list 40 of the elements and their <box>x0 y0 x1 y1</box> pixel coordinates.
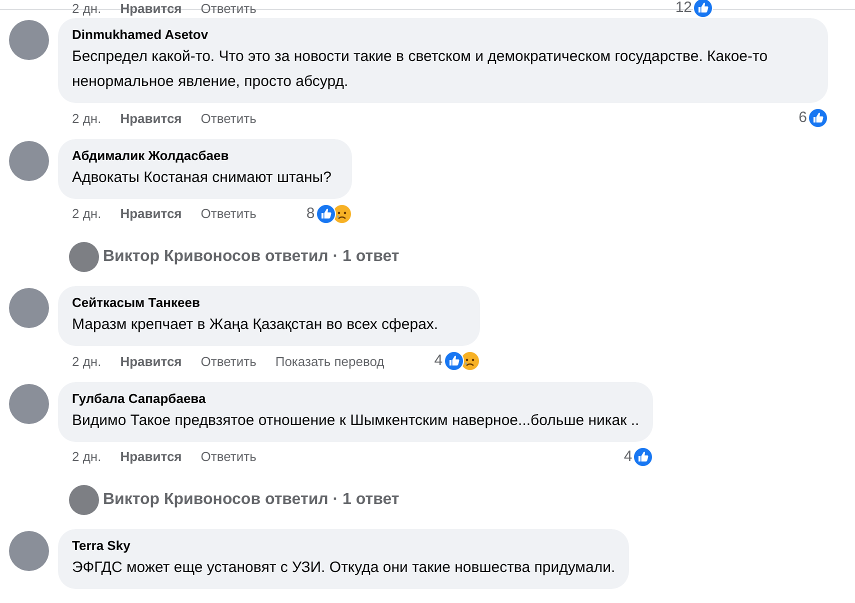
author-name[interactable]: Гулбала Сапарбаева <box>72 390 640 408</box>
author-name[interactable]: Dinmukhamed Asetov <box>72 26 814 44</box>
avatar[interactable] <box>9 20 49 60</box>
comment-text: Видимо Такое предвзятое отношение к Шымкентским наверное...больше никак .. <box>72 410 640 430</box>
avatar[interactable] <box>9 384 49 424</box>
reaction-count: 6 <box>798 108 807 128</box>
comment-time: 2 дн. <box>72 110 102 128</box>
reply-link[interactable]: Ответить <box>200 352 256 371</box>
reply-link[interactable]: Ответить <box>200 447 256 466</box>
like-link[interactable]: Нравится <box>120 352 182 371</box>
comment-text: Беспредел какой-то. Что это за новости такие в светском и демократическом государстве. Какое-то ненормальное явление, просто абсурд. <box>72 47 769 92</box>
comment-text: Маразм крепчает в Жаңа Қазақстан во всех сферах. <box>72 315 440 335</box>
comment-time: 2 дн. <box>72 352 102 371</box>
replies-link[interactable]: Виктор Кривоносов ответил · 1 ответ <box>103 488 400 512</box>
comment-time: 2 дн. <box>72 205 102 223</box>
reply-link[interactable]: Ответить <box>200 108 256 128</box>
avatar[interactable] <box>9 288 49 328</box>
comment-time: 2 дн. <box>72 0 102 18</box>
comment-text: Адвокаты Костаная снимают штаны? <box>72 168 332 188</box>
like-link[interactable]: Нравится <box>120 204 182 224</box>
replies-link[interactable]: Виктор Кривоносов ответил · 1 ответ <box>103 245 400 269</box>
reply-link[interactable]: Ответить <box>200 0 256 18</box>
avatar <box>69 242 99 272</box>
like-link[interactable]: Нравится <box>120 0 182 18</box>
reaction-count: 8 <box>306 204 315 224</box>
author-name[interactable]: Terra Sky <box>72 537 616 555</box>
author-name[interactable]: Абдималик Жолдасбаев <box>72 146 338 164</box>
reaction-count: 4 <box>624 446 632 466</box>
reply-link[interactable]: Ответить <box>200 204 256 224</box>
avatar[interactable] <box>9 140 49 180</box>
reaction-count: 4 <box>434 351 443 371</box>
author-name[interactable]: Сейткасым Танкеев <box>72 294 466 312</box>
reaction-count: 12 <box>675 0 692 18</box>
avatar[interactable] <box>9 531 49 571</box>
translate-link[interactable]: Показать перевод <box>275 352 384 371</box>
like-link[interactable]: Нравится <box>120 108 182 128</box>
like-link[interactable]: Нравится <box>120 447 182 466</box>
comment-time: 2 дн. <box>72 448 102 466</box>
avatar <box>69 485 99 515</box>
comment-text: ЭФГДС может еще установят с УЗИ. Откуда они такие новшества придумали. <box>72 558 616 578</box>
